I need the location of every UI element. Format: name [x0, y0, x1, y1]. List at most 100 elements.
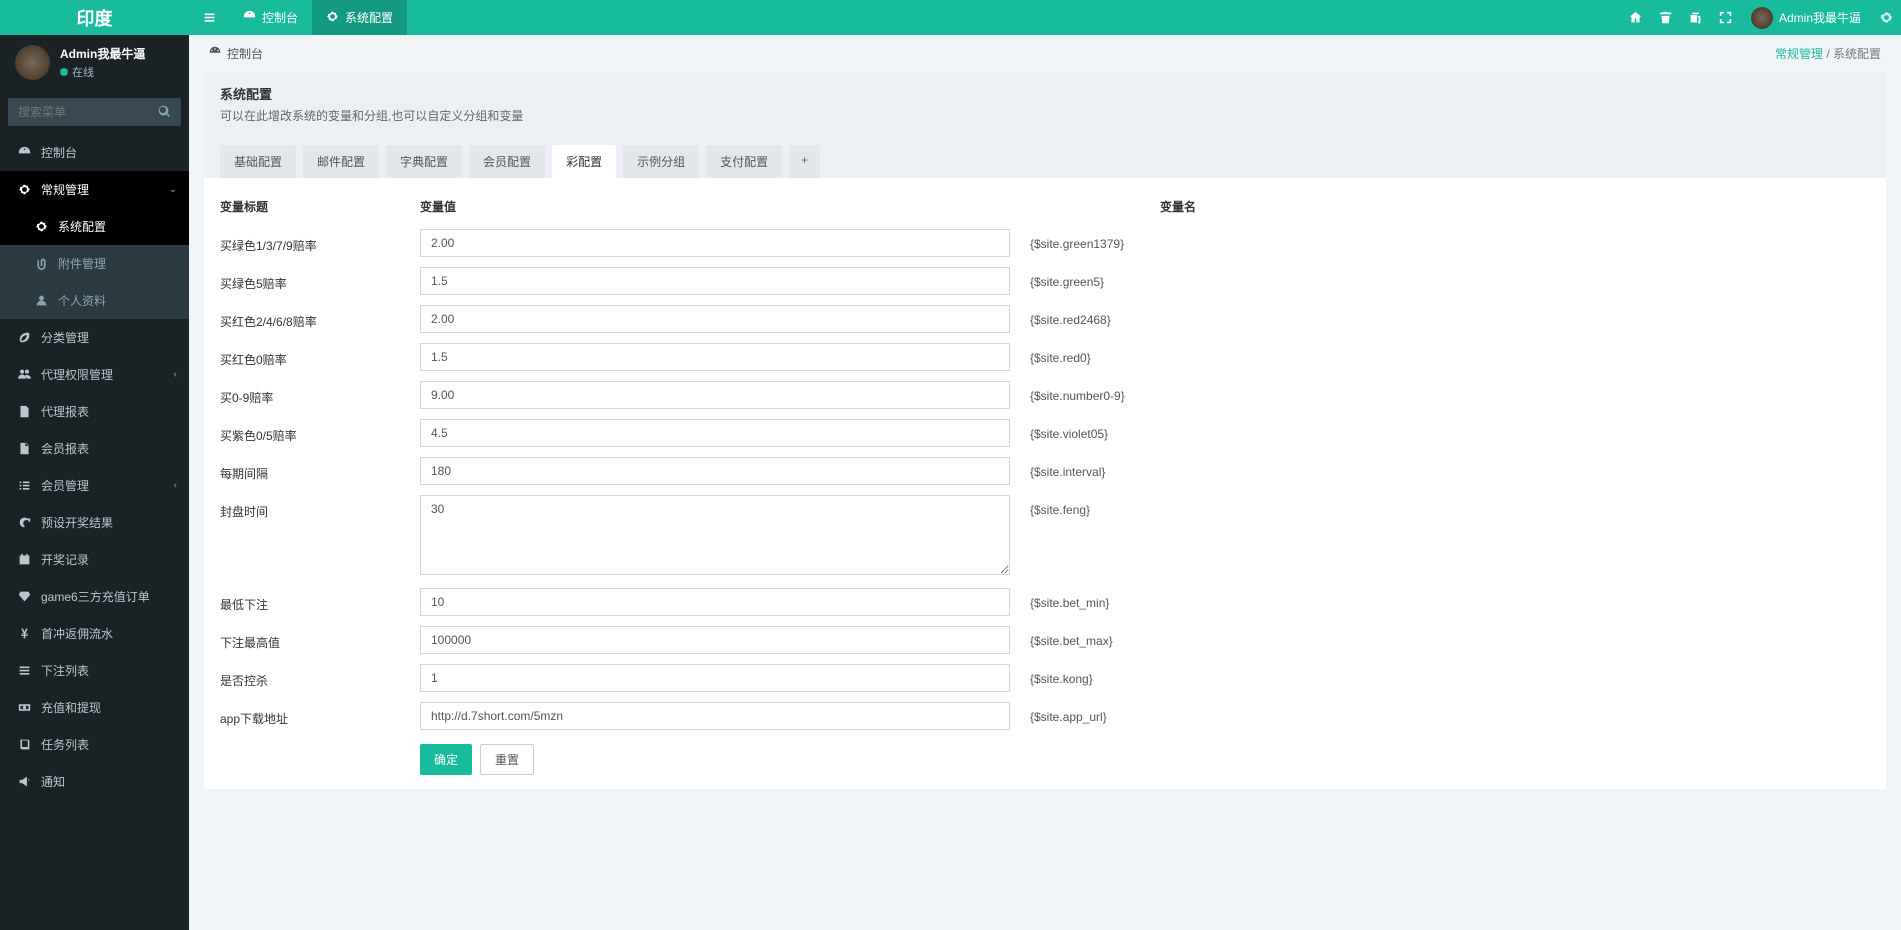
- row-title: 是否控杀: [220, 664, 420, 689]
- copy-icon[interactable]: [1681, 0, 1711, 35]
- config-tab-1[interactable]: 邮件配置: [303, 145, 379, 178]
- row-title: 每期间隔: [220, 457, 420, 482]
- row-title: 买红色0赔率: [220, 343, 420, 368]
- row-title: 最低下注: [220, 588, 420, 613]
- topbar: 控制台系统配置 Admin我最牛逼: [189, 0, 1901, 35]
- dashboard-icon: [15, 146, 33, 159]
- row-varname: {$site.bet_max}: [1010, 626, 1330, 648]
- value-input-9[interactable]: [420, 626, 1010, 654]
- sidebar-item-6[interactable]: 代理权限管理‹: [0, 356, 189, 393]
- user-dropdown[interactable]: Admin我最牛逼: [1741, 7, 1871, 29]
- calendar-icon: [15, 553, 33, 566]
- gear-icon: [15, 183, 33, 196]
- gear-icon: [32, 220, 50, 233]
- form-row: 是否控杀{$site.kong}: [220, 664, 1870, 692]
- sidebar-item-3[interactable]: 附件管理: [0, 245, 189, 282]
- breadcrumb-link-1[interactable]: 常规管理: [1775, 47, 1823, 61]
- brand-logo[interactable]: 印度: [0, 0, 189, 35]
- sidebar-item-label: 常规管理: [41, 181, 89, 198]
- users-icon: [15, 368, 33, 381]
- sidebar-item-8[interactable]: 会员报表: [0, 430, 189, 467]
- sidebar-item-1[interactable]: 常规管理 ⌄: [0, 171, 189, 208]
- reset-button[interactable]: 重置: [480, 744, 534, 775]
- user-status: 在线: [60, 64, 145, 80]
- sidebar-item-17[interactable]: 通知: [0, 763, 189, 800]
- value-input-11[interactable]: [420, 702, 1010, 730]
- trash-icon[interactable]: [1651, 0, 1681, 35]
- row-title: 下注最高值: [220, 626, 420, 651]
- sidebar-item-9[interactable]: 会员管理‹: [0, 467, 189, 504]
- sidebar-item-label: 任务列表: [41, 736, 89, 753]
- row-title: 买紫色0/5赔率: [220, 419, 420, 444]
- form-row: 买0-9赔率{$site.number0-9}: [220, 381, 1870, 409]
- diamond-icon: [15, 590, 33, 603]
- chevron-left-icon: ‹: [174, 369, 177, 380]
- form-row: 买紫色0/5赔率{$site.violet05}: [220, 419, 1870, 447]
- sidebar-item-2[interactable]: 系统配置: [0, 208, 189, 245]
- sidebar-item-16[interactable]: 任务列表: [0, 726, 189, 763]
- content-area: 控制台 常规管理 / 系统配置 系统配置 可以在此增改系统的变量和分组,也可以自…: [189, 35, 1901, 930]
- form-row: 买绿色5赔率 {$site.green5}: [220, 267, 1870, 295]
- sidebar-item-15[interactable]: 充值和提现: [0, 689, 189, 726]
- value-input-2[interactable]: [420, 305, 1010, 333]
- hamburger-icon[interactable]: [189, 0, 229, 35]
- row-varname: {$site.green5}: [1010, 267, 1330, 289]
- sidebar-item-5[interactable]: 分类管理: [0, 319, 189, 356]
- leaf-icon: [15, 331, 33, 344]
- submit-button[interactable]: 确定: [420, 744, 472, 775]
- row-title: 买绿色5赔率: [220, 267, 420, 292]
- value-input-3[interactable]: [420, 343, 1010, 371]
- row-varname: {$site.feng}: [1010, 495, 1330, 517]
- value-input-4[interactable]: [420, 381, 1010, 409]
- value-input-7[interactable]: 30: [420, 495, 1010, 575]
- config-tab-5[interactable]: 示例分组: [623, 145, 699, 178]
- sidebar-item-label: 会员报表: [41, 440, 89, 457]
- config-tab-4[interactable]: 彩配置: [552, 145, 616, 178]
- sidebar-item-4[interactable]: 个人资料: [0, 282, 189, 319]
- row-varname: {$site.red2468}: [1010, 305, 1330, 327]
- chevron-down-icon: ⌄: [169, 184, 177, 195]
- money-icon: [15, 701, 33, 714]
- settings-icon[interactable]: [1871, 0, 1901, 35]
- config-tab-6[interactable]: 支付配置: [706, 145, 782, 178]
- form-row: 买红色2/4/6/8赔率{$site.red2468}: [220, 305, 1870, 333]
- sidebar-item-label: 首冲返佣流水: [41, 625, 113, 642]
- row-title: 买绿色1/3/7/9赔率: [220, 229, 420, 254]
- top-tab-1[interactable]: 系统配置: [312, 0, 407, 35]
- sidebar-item-12[interactable]: game6三方充值订单: [0, 578, 189, 615]
- sidebar-item-7[interactable]: 代理报表: [0, 393, 189, 430]
- clip-icon: [32, 257, 50, 270]
- row-varname: {$site.number0-9}: [1010, 381, 1330, 403]
- top-tab-0[interactable]: 控制台: [229, 0, 312, 35]
- dashboard-icon: [243, 10, 256, 26]
- sidebar-item-label: 通知: [41, 773, 65, 790]
- sidebar-item-0[interactable]: 控制台: [0, 134, 189, 171]
- breadcrumb-home[interactable]: 控制台: [227, 45, 263, 62]
- user-panel[interactable]: Admin我最牛逼 在线: [0, 35, 189, 90]
- add-tab-button[interactable]: +: [789, 145, 820, 178]
- sidebar-item-14[interactable]: 下注列表: [0, 652, 189, 689]
- value-input-0[interactable]: [420, 229, 1010, 257]
- fullscreen-icon[interactable]: [1711, 0, 1741, 35]
- value-input-8[interactable]: [420, 588, 1010, 616]
- value-input-5[interactable]: [420, 419, 1010, 447]
- sidebar-item-label: 代理报表: [41, 403, 89, 420]
- config-tab-3[interactable]: 会员配置: [469, 145, 545, 178]
- row-varname: {$site.app_url}: [1010, 702, 1330, 724]
- refresh-icon: [15, 516, 33, 529]
- sidebar-item-11[interactable]: 开奖记录: [0, 541, 189, 578]
- panel-desc: 可以在此增改系统的变量和分组,也可以自定义分组和变量: [220, 107, 1870, 124]
- config-tab-2[interactable]: 字典配置: [386, 145, 462, 178]
- value-input-6[interactable]: [420, 457, 1010, 485]
- panel-header: 系统配置 可以在此增改系统的变量和分组,也可以自定义分组和变量: [204, 72, 1886, 137]
- form-row: 封盘时间30{$site.feng}: [220, 495, 1870, 578]
- home-icon[interactable]: [1621, 0, 1651, 35]
- sidebar-item-10[interactable]: 预设开奖结果: [0, 504, 189, 541]
- top-user-name: Admin我最牛逼: [1779, 9, 1861, 26]
- config-tab-0[interactable]: 基础配置: [220, 145, 296, 178]
- search-input[interactable]: [8, 98, 181, 126]
- value-input-1[interactable]: [420, 267, 1010, 295]
- value-input-10[interactable]: [420, 664, 1010, 692]
- sidebar-item-13[interactable]: 首冲返佣流水: [0, 615, 189, 652]
- search-icon[interactable]: [158, 105, 171, 121]
